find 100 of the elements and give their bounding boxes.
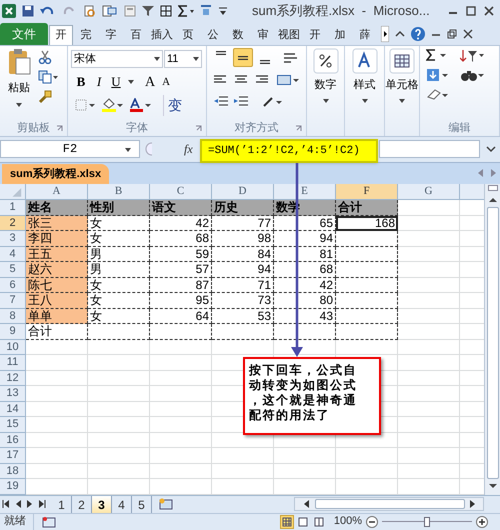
table-cell: 合计 <box>26 324 88 340</box>
column-header[interactable]: G <box>398 184 460 199</box>
table-cell: 94 <box>274 231 336 246</box>
table-cell: 94 <box>212 262 274 278</box>
column-header[interactable]: F <box>336 184 398 199</box>
row-header[interactable]: 17 <box>0 448 26 464</box>
table-cell: 98 <box>212 231 274 246</box>
group-label: 剪贴板 <box>17 120 50 136</box>
table-cell: 80 <box>274 293 336 308</box>
row-header[interactable]: 13 <box>0 386 26 402</box>
ribbon-tab[interactable]: 字 <box>99 25 123 45</box>
ribbon-tab[interactable]: 薛 <box>353 25 377 45</box>
row-header[interactable]: 19 <box>0 479 26 494</box>
table-cell: 42 <box>274 278 336 293</box>
ribbon-tab[interactable]: 页 <box>176 25 200 45</box>
group-label: 字体 <box>126 120 148 136</box>
table-cell: 77 <box>212 216 274 231</box>
font-name-field[interactable]: 宋体 <box>71 50 163 68</box>
row-header[interactable]: 2 <box>0 216 26 231</box>
table-cell: 李四 <box>26 231 88 246</box>
status-text: 就绪 <box>0 513 34 530</box>
column-header[interactable]: B <box>88 184 150 199</box>
table-cell: 女 <box>88 231 150 246</box>
row-header[interactable]: 12 <box>0 370 26 386</box>
table-cell: 43 <box>274 308 336 324</box>
table-cell: 历史 <box>212 200 274 216</box>
window-title: sum系列教程.xlsx - Microso... <box>252 2 430 20</box>
phonetic-button[interactable]: 变 <box>163 94 182 116</box>
table-cell: 性别 <box>88 200 150 216</box>
ribbon-tab[interactable]: 加 <box>328 25 352 45</box>
table-cell: 81 <box>274 246 336 262</box>
row-header[interactable]: 10 <box>0 340 26 355</box>
row-header[interactable]: 7 <box>0 293 26 308</box>
table-cell: 女 <box>88 308 150 324</box>
row-header[interactable]: 9 <box>0 324 26 340</box>
row-header[interactable]: 15 <box>0 417 26 432</box>
table-cell: 168 <box>336 216 398 231</box>
table-cell: 68 <box>274 262 336 278</box>
name-box[interactable]: F2 <box>0 140 140 158</box>
ribbon-button[interactable]: 样式 <box>352 48 378 120</box>
ribbon-button[interactable]: 数字 <box>312 48 338 120</box>
table-cell: 68 <box>150 231 212 246</box>
row-header[interactable]: 8 <box>0 308 26 324</box>
row-header[interactable]: 6 <box>0 278 26 293</box>
table-cell: 男 <box>88 246 150 262</box>
column-header[interactable]: C <box>150 184 212 199</box>
font-size-field[interactable]: 11 <box>164 50 202 68</box>
italic-button[interactable]: I <box>94 72 104 92</box>
table-cell: 57 <box>150 262 212 278</box>
row-header[interactable]: 4 <box>0 246 26 262</box>
row-header[interactable]: 1 <box>0 200 26 216</box>
insert-function-button[interactable]: fx <box>184 140 193 158</box>
callout-text: 按下回车，公式自动转变为如图公式，这个就是神奇通配符的用法了 <box>249 363 358 423</box>
ribbon-tab[interactable]: 公 <box>201 25 225 45</box>
row-header[interactable]: 14 <box>0 402 26 417</box>
table-cell: 单单 <box>26 308 88 324</box>
paste-label[interactable]: 粘贴 <box>8 80 30 96</box>
file-tab[interactable]: 文件 <box>0 23 48 45</box>
row-header[interactable]: 18 <box>0 464 26 479</box>
column-header[interactable]: A <box>26 184 88 199</box>
ribbon-tab[interactable]: 数 <box>226 25 250 45</box>
ribbon-tab[interactable]: 插入 <box>149 25 175 45</box>
shrink-font-button[interactable]: A <box>162 74 170 90</box>
table-cell: 合计 <box>336 200 398 216</box>
table-cell: 王五 <box>26 246 88 262</box>
table-cell: 65 <box>274 216 336 231</box>
ribbon-tab[interactable]: 开 <box>49 25 73 45</box>
ribbon-tab[interactable]: 百 <box>124 25 148 45</box>
underline-button[interactable]: U <box>111 72 121 92</box>
table-cell: 陈七 <box>26 278 88 293</box>
table-cell: 赵六 <box>26 262 88 278</box>
column-header[interactable]: D <box>212 184 274 199</box>
workbook-tab[interactable]: sum系列教程.xlsx <box>2 164 110 184</box>
table-cell: 87 <box>150 278 212 293</box>
ribbon-tab[interactable]: 完 <box>74 25 98 45</box>
table-cell: 语文 <box>150 200 212 216</box>
row-header[interactable]: 5 <box>0 262 26 278</box>
ribbon-button[interactable]: 单元格 <box>386 48 418 120</box>
row-header[interactable]: 11 <box>0 355 26 370</box>
table-cell: 姓名 <box>26 200 88 216</box>
sheet-tab[interactable]: 3 <box>92 496 112 512</box>
table-cell: 84 <box>212 246 274 262</box>
group-label: 对齐方式 <box>234 120 278 136</box>
zoom-level[interactable]: 100% <box>334 513 362 530</box>
table-cell: 59 <box>150 246 212 262</box>
bold-button[interactable]: B <box>75 72 87 92</box>
table-cell: 73 <box>212 293 274 308</box>
formula-callout: =SUM(’1:2’!C2,’4:5’!C2) <box>200 139 378 163</box>
ribbon-tab[interactable]: 开 <box>303 25 327 45</box>
table-cell: 女 <box>88 293 150 308</box>
ribbon-tab[interactable]: 视图 <box>276 25 302 45</box>
table-cell: 95 <box>150 293 212 308</box>
grow-font-button[interactable]: A <box>145 72 156 92</box>
table-cell: 张三 <box>26 216 88 231</box>
table-cell: 女 <box>88 278 150 293</box>
table-cell: 王八 <box>26 293 88 308</box>
row-header[interactable]: 16 <box>0 432 26 448</box>
ribbon-tab[interactable]: 审 <box>251 25 275 45</box>
row-header[interactable]: 3 <box>0 231 26 246</box>
table-cell: 42 <box>150 216 212 231</box>
